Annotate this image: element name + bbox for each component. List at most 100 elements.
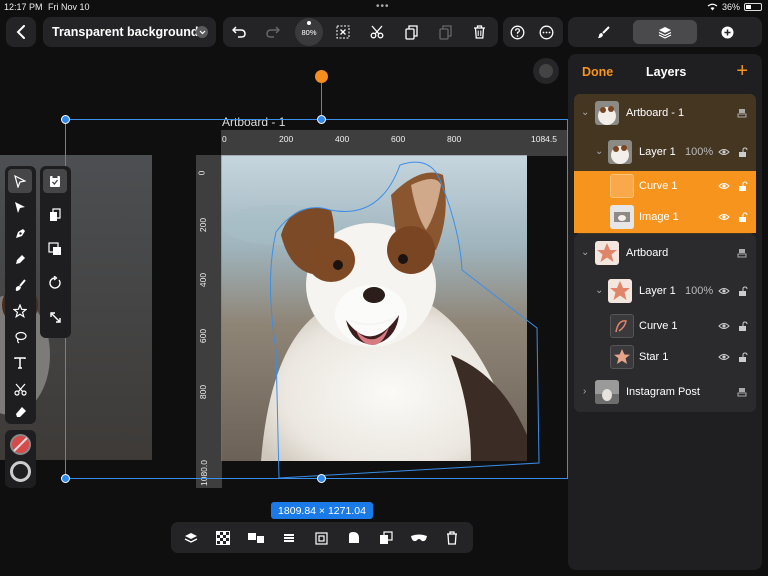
unlock-icon[interactable] — [736, 210, 750, 224]
text-tool[interactable] — [8, 351, 32, 375]
cut-button[interactable] — [367, 22, 387, 42]
brush-tool[interactable] — [8, 273, 32, 297]
layer-name: Curve 1 — [639, 180, 678, 192]
more-button[interactable] — [536, 22, 556, 42]
document-title-button[interactable]: Transparent background — [43, 17, 216, 47]
rotate-icon — [49, 276, 61, 289]
help-button[interactable] — [507, 22, 527, 42]
layer-opacity[interactable]: 100% — [685, 285, 713, 297]
fill-color-swatch[interactable] — [10, 434, 31, 455]
unlock-icon[interactable] — [736, 145, 750, 159]
arrange-icon — [248, 533, 264, 543]
layer-row[interactable]: Curve 1 — [574, 311, 756, 342]
tab-layers[interactable] — [633, 20, 697, 44]
resize-diagonal-icon — [49, 311, 61, 323]
transparency-button[interactable] — [213, 528, 233, 548]
unlock-icon[interactable] — [736, 179, 750, 193]
export-icon[interactable] — [735, 385, 749, 399]
eye-icon[interactable] — [717, 145, 731, 159]
align-button[interactable] — [279, 528, 299, 548]
eye-icon[interactable] — [717, 284, 731, 298]
resize-handle-bottom[interactable] — [317, 474, 326, 483]
rotate-handle[interactable] — [315, 70, 328, 83]
eye-icon[interactable] — [717, 210, 731, 224]
star-icon — [13, 304, 27, 318]
copy-button[interactable] — [401, 22, 421, 42]
unlock-icon[interactable] — [736, 350, 750, 364]
chevron-down-icon[interactable]: ⌄ — [595, 146, 603, 157]
layer-row[interactable]: › Instagram Post — [574, 377, 756, 408]
chevron-down-icon[interactable]: ⌄ — [595, 285, 603, 296]
eye-icon[interactable] — [717, 179, 731, 193]
resize-handle-tl[interactable] — [61, 115, 70, 124]
trash-icon — [473, 25, 485, 39]
pen-tool[interactable] — [8, 221, 32, 245]
back-button[interactable] — [6, 17, 36, 47]
paste-style-button[interactable] — [43, 237, 67, 261]
scissors-icon — [370, 25, 384, 39]
shape-tool[interactable] — [8, 299, 32, 323]
duplicate-button[interactable] — [43, 203, 67, 227]
tab-add[interactable] — [695, 20, 759, 44]
chevron-down-icon[interactable]: ⌄ — [581, 107, 589, 118]
undo-button[interactable] — [229, 22, 249, 42]
canvas[interactable]: 0 200 400 600 800 1084.5 0 200 400 600 8… — [0, 50, 568, 576]
layer-row[interactable]: Star 1 — [574, 342, 756, 373]
layer-row[interactable]: ⌄ Layer 1 100% — [574, 276, 756, 307]
resize-handle-bl[interactable] — [61, 474, 70, 483]
dimensions-badge: 1809.84 × 1271.04 — [271, 502, 373, 519]
zoom-level-button[interactable]: 80% — [295, 18, 323, 46]
mask-button[interactable] — [311, 528, 331, 548]
brush-tool-icon — [15, 278, 26, 291]
eraser-tool[interactable] — [8, 399, 32, 423]
layer-row[interactable]: ⌄ Artboard — [574, 238, 756, 269]
arrange-button[interactable] — [246, 528, 266, 548]
actions-palette — [40, 166, 71, 338]
layer-row[interactable]: Curve 1 — [574, 171, 756, 202]
bottom-toolbar — [171, 522, 473, 553]
layer-row[interactable]: ⌄ Layer 1 100% — [574, 137, 756, 168]
clipboard-button[interactable] — [43, 169, 67, 193]
layer-row[interactable]: Image 1 — [574, 202, 756, 233]
multitask-dots[interactable]: ••• — [376, 1, 390, 12]
paste-button[interactable] — [435, 22, 455, 42]
chevron-right-icon[interactable]: › — [583, 386, 586, 397]
export-icon[interactable] — [735, 106, 749, 120]
layer-name: Image 1 — [639, 211, 679, 223]
deselect-button[interactable] — [333, 22, 353, 42]
layer-opacity[interactable]: 100% — [685, 146, 713, 158]
resize-handle-top[interactable] — [317, 115, 326, 124]
add-layer-button[interactable]: + — [736, 60, 748, 83]
eye-icon[interactable] — [717, 350, 731, 364]
layer-thumbnail — [610, 345, 634, 369]
scissors-tool[interactable] — [8, 377, 32, 401]
text-icon — [14, 357, 26, 369]
status-time: 12:17 PM — [4, 2, 43, 12]
layer-order-button[interactable] — [181, 528, 201, 548]
export-icon[interactable] — [735, 246, 749, 260]
lasso-tool[interactable] — [8, 325, 32, 349]
select-tool[interactable] — [8, 169, 32, 193]
layer-row[interactable]: ⌄ Artboard - 1 — [574, 98, 756, 129]
delete-button[interactable] — [469, 22, 489, 42]
blend-button[interactable] — [409, 528, 429, 548]
chevron-down-icon[interactable]: ⌄ — [581, 247, 589, 258]
delete-layer-button[interactable] — [442, 528, 462, 548]
clipboard-icon — [50, 175, 60, 187]
tab-style[interactable] — [571, 20, 635, 44]
done-button[interactable]: Done — [582, 65, 613, 79]
direct-select-tool[interactable] — [8, 195, 32, 219]
pencil-tool[interactable] — [8, 247, 32, 271]
layer-thumbnail — [595, 241, 619, 265]
rotate-button[interactable] — [43, 271, 67, 295]
scale-button[interactable] — [43, 305, 67, 329]
unlock-icon[interactable] — [736, 284, 750, 298]
shape-mask-button[interactable] — [344, 528, 364, 548]
boolean-button[interactable] — [376, 528, 396, 548]
redo-button[interactable] — [263, 22, 283, 42]
layer-thumbnail — [610, 314, 634, 338]
unlock-icon[interactable] — [736, 319, 750, 333]
stroke-color-swatch[interactable] — [10, 461, 31, 482]
status-date: Fri Nov 10 — [48, 2, 90, 12]
eye-icon[interactable] — [717, 319, 731, 333]
